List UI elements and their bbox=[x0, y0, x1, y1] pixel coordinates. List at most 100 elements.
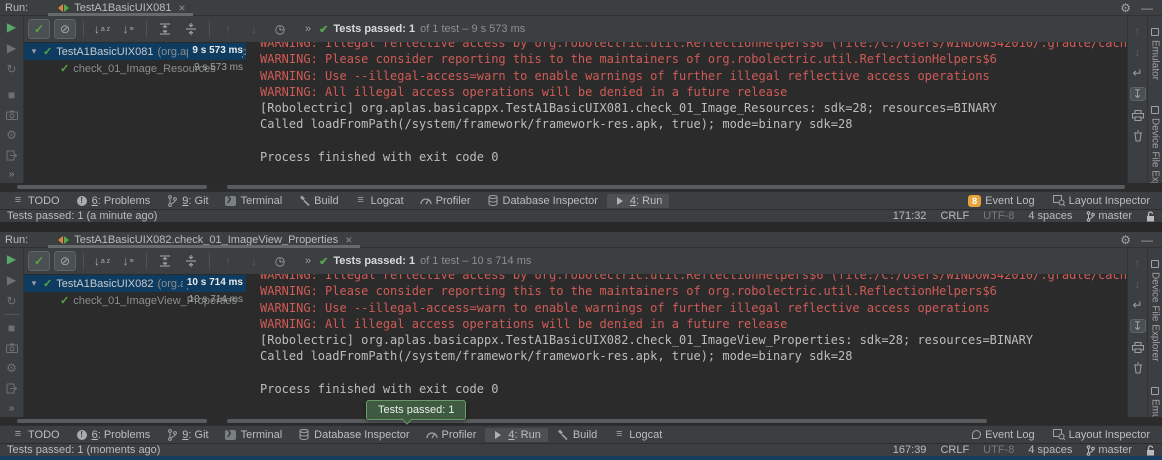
stop-button[interactable]: ■ bbox=[5, 89, 19, 101]
line-ending[interactable]: CRLF bbox=[940, 210, 969, 222]
tool-button-problems[interactable]: !6: Problems bbox=[69, 428, 158, 442]
down-stack-trace-button[interactable]: ↓ bbox=[1130, 277, 1146, 291]
tool-button-build[interactable]: Build bbox=[550, 428, 604, 442]
chevron-down-icon[interactable]: ▾ bbox=[29, 46, 39, 57]
show-ignored-toggle[interactable]: ⊘ bbox=[54, 19, 76, 39]
sort-by-duration-button[interactable]: ↓≡ bbox=[117, 19, 139, 39]
show-passed-toggle[interactable]: ✓ bbox=[28, 251, 50, 271]
console-output-2[interactable]: WARNING: Illegal reflective access by or… bbox=[246, 274, 1127, 417]
git-branch-widget[interactable]: master bbox=[1086, 210, 1132, 222]
show-passed-toggle[interactable]: ✓ bbox=[28, 19, 50, 39]
collapse-all-button[interactable] bbox=[180, 251, 202, 271]
import-test-results-button[interactable] bbox=[5, 150, 19, 161]
expand-all-button[interactable] bbox=[154, 19, 176, 39]
rerun-failed-tests-button[interactable]: ▶ bbox=[5, 42, 19, 54]
soft-wrap-button[interactable]: ↵ bbox=[1130, 66, 1146, 80]
layout-inspector-button[interactable]: Layout Inspector bbox=[1046, 194, 1157, 208]
next-failed-test-button[interactable]: ↓ bbox=[243, 251, 265, 271]
stop-button[interactable]: ■ bbox=[5, 322, 19, 334]
next-failed-test-button[interactable]: ↓ bbox=[243, 19, 265, 39]
test-history-clock-button[interactable]: ◷ bbox=[269, 251, 291, 271]
hide-toolbar-chevrons-icon[interactable]: » bbox=[5, 170, 19, 180]
git-branch-widget[interactable]: master bbox=[1086, 444, 1132, 456]
tool-button-git[interactable]: 9: Git bbox=[159, 428, 215, 442]
gear-icon[interactable]: ⚙ bbox=[1114, 1, 1137, 15]
tool-button-logcat[interactable]: ≡Logcat bbox=[348, 194, 411, 208]
test-history-clock-button[interactable]: ◷ bbox=[269, 19, 291, 39]
event-log-button[interactable]: Event Log bbox=[965, 428, 1042, 442]
chevron-down-icon[interactable]: ▾ bbox=[29, 278, 39, 289]
line-ending[interactable]: CRLF bbox=[940, 444, 969, 456]
caret-position[interactable]: 167:39 bbox=[893, 444, 927, 456]
down-stack-trace-button[interactable]: ↓ bbox=[1130, 45, 1146, 59]
tool-button-database-inspector[interactable]: Database Inspector bbox=[291, 428, 416, 442]
test-tree-root-row[interactable]: ▾ ✓ TestA1BasicUIX082 (org.aplas.basica … bbox=[24, 275, 246, 292]
lock-icon[interactable] bbox=[1146, 211, 1155, 222]
console-scrollbar[interactable] bbox=[227, 185, 1125, 189]
clear-all-trash-button[interactable] bbox=[1130, 361, 1146, 375]
test-tree-root-row[interactable]: ▾ ✓ TestA1BasicUIX081 (org.aplas.basicap… bbox=[24, 43, 246, 60]
minimize-icon[interactable]: — bbox=[1137, 233, 1162, 247]
tool-button-profiler[interactable]: Profiler bbox=[413, 194, 478, 208]
up-stack-trace-button[interactable]: ↑ bbox=[1130, 256, 1146, 270]
tool-button-build[interactable]: Build bbox=[291, 194, 345, 208]
scroll-to-end-button[interactable]: ↧ bbox=[1130, 87, 1146, 101]
tool-button-terminal[interactable]: ❯Terminal bbox=[218, 428, 290, 442]
run-tab-testa1basicuix082[interactable]: TestA1BasicUIX082.check_01_ImageView_Pro… bbox=[48, 232, 360, 248]
device-file-explorer-tool-button[interactable]: Device File Explorer bbox=[1150, 260, 1161, 361]
indent-setting[interactable]: 4 spaces bbox=[1028, 210, 1072, 222]
print-button[interactable] bbox=[1130, 108, 1146, 122]
tool-button-terminal[interactable]: ❯Terminal bbox=[218, 194, 290, 208]
tool-button-todo[interactable]: ≡TODO bbox=[5, 428, 67, 442]
tool-button-run[interactable]: 4: Run bbox=[607, 194, 669, 208]
caret-position[interactable]: 171:32 bbox=[893, 210, 927, 222]
tool-button-git[interactable]: 9: Git bbox=[159, 194, 215, 208]
file-encoding[interactable]: UTF-8 bbox=[983, 210, 1014, 222]
tool-button-todo[interactable]: ≡TODO bbox=[5, 194, 67, 208]
run-tab-testa1basicuix081[interactable]: TestA1BasicUIX081 × bbox=[48, 0, 193, 16]
rerun-failed-tests-button[interactable]: ▶ bbox=[5, 274, 19, 286]
close-icon[interactable]: × bbox=[178, 2, 185, 14]
clear-all-trash-button[interactable] bbox=[1130, 129, 1146, 143]
emulator-tool-button[interactable]: Emulator bbox=[1150, 28, 1161, 80]
previous-failed-test-button[interactable]: ↑ bbox=[217, 19, 239, 39]
test-settings-gear-button[interactable]: ⚙ bbox=[5, 129, 19, 141]
test-tree-child-row[interactable]: ✓ check_01_ImageView_Properties 10 s 714… bbox=[24, 292, 246, 309]
toggle-auto-test-button[interactable]: ↻ bbox=[5, 63, 19, 75]
previous-failed-test-button[interactable]: ↑ bbox=[217, 251, 239, 271]
sort-by-duration-button[interactable]: ↓≡ bbox=[117, 251, 139, 271]
tool-button-run[interactable]: 4: Run bbox=[485, 428, 547, 442]
test-tree-child-row[interactable]: ✓ check_01_Image_Resources 9 s 573 ms bbox=[24, 60, 246, 77]
print-button[interactable] bbox=[1130, 340, 1146, 354]
toggle-auto-test-button[interactable]: ↻ bbox=[5, 295, 19, 307]
more-actions-chevrons-icon[interactable]: » bbox=[305, 23, 311, 35]
tool-button-logcat[interactable]: ≡Logcat bbox=[606, 428, 669, 442]
screenshot-camera-button[interactable] bbox=[5, 110, 19, 120]
show-ignored-toggle[interactable]: ⊘ bbox=[54, 251, 76, 271]
import-test-results-button[interactable] bbox=[5, 383, 19, 394]
gear-icon[interactable]: ⚙ bbox=[1114, 233, 1137, 247]
event-log-button[interactable]: 8Event Log bbox=[961, 194, 1042, 208]
up-stack-trace-button[interactable]: ↑ bbox=[1130, 24, 1146, 38]
sort-alphabetically-button[interactable]: ↓a z bbox=[91, 251, 113, 271]
tree-scrollbar[interactable] bbox=[17, 185, 207, 189]
console-output-1[interactable]: WARNING: Illegal reflective access by or… bbox=[246, 42, 1127, 183]
tree-scrollbar[interactable] bbox=[17, 419, 207, 423]
hide-toolbar-chevrons-icon[interactable]: » bbox=[5, 403, 19, 414]
expand-all-button[interactable] bbox=[154, 251, 176, 271]
file-encoding[interactable]: UTF-8 bbox=[983, 444, 1014, 456]
sort-alphabetically-button[interactable]: ↓a z bbox=[91, 19, 113, 39]
more-actions-chevrons-icon[interactable]: » bbox=[305, 255, 311, 267]
layout-inspector-button[interactable]: Layout Inspector bbox=[1046, 428, 1157, 442]
minimize-icon[interactable]: — bbox=[1137, 1, 1162, 15]
rerun-tests-button[interactable]: ▶ bbox=[5, 253, 19, 265]
close-icon[interactable]: × bbox=[345, 234, 352, 246]
indent-setting[interactable]: 4 spaces bbox=[1028, 444, 1072, 456]
tool-button-profiler[interactable]: Profiler bbox=[419, 428, 484, 442]
tool-button-problems[interactable]: !6: Problems bbox=[69, 194, 158, 208]
rerun-tests-button[interactable]: ▶ bbox=[5, 21, 19, 33]
soft-wrap-button[interactable]: ↵ bbox=[1130, 298, 1146, 312]
tool-button-database-inspector[interactable]: Database Inspector bbox=[480, 194, 605, 208]
scroll-to-end-button[interactable]: ↧ bbox=[1130, 319, 1146, 333]
screenshot-camera-button[interactable] bbox=[5, 343, 19, 354]
